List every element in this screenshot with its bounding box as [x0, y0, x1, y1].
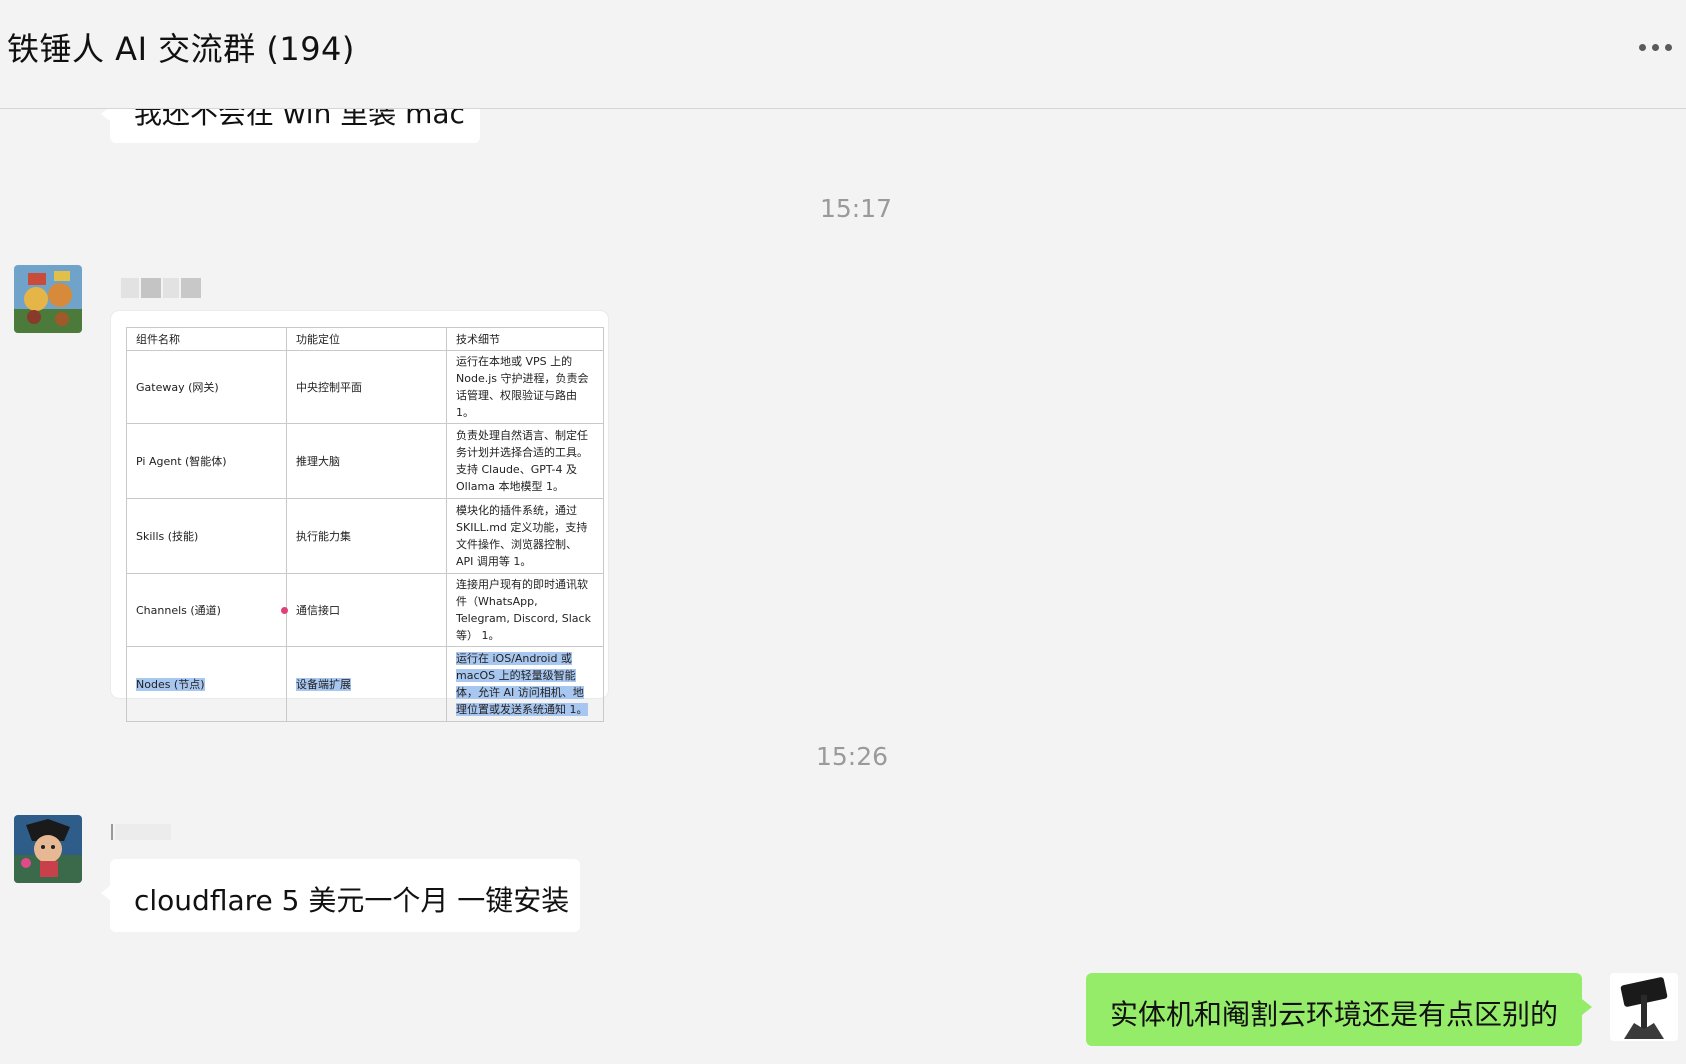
message-text: cloudflare 5 美元一个月 一键安装 [134, 884, 570, 917]
table-cell: 连接用户现有的即时通讯软件（WhatsApp, Telegram, Discor… [446, 573, 604, 647]
table-cell: 推理大脑 [286, 423, 447, 499]
table-cell: 运行在本地或 VPS 上的 Node.js 守护进程，负责会话管理、权限验证与路… [446, 350, 604, 424]
more-dots-icon[interactable] [1639, 44, 1672, 51]
outgoing-message-bubble[interactable]: 实体机和阉割云环境还是有点区别的 [1086, 973, 1592, 1046]
table-row-highlighted: Nodes (节点) 设备端扩展 运行在 iOS/Android 或 macOS… [126, 646, 604, 722]
chat-title: 铁锤人 AI 交流群 (194) [7, 30, 355, 68]
table-cell: Channels (通道) [126, 573, 287, 647]
message-text: 实体机和阉割云环境还是有点区别的 [1110, 998, 1559, 1031]
chat-header: 铁锤人 AI 交流群 (194) [0, 0, 1686, 109]
timestamp: 15:17 [820, 194, 893, 223]
table-row: Channels (通道) 通信接口 连接用户现有的即时通讯软件（WhatsAp… [126, 573, 604, 647]
table-row: Pi Agent (智能体) 推理大脑 负责处理自然语言、制定任务计划并选择合适… [126, 423, 604, 499]
table-cell: 运行在 iOS/Android 或 macOS 上的轻量级智能体，允许 AI 访… [456, 652, 588, 716]
table-row: Gateway (网关) 中央控制平面 运行在本地或 VPS 上的 Node.j… [126, 350, 604, 424]
table-cell: 执行能力集 [286, 498, 447, 574]
table-header: 组件名称 [126, 327, 287, 351]
message-bubble[interactable]: cloudflare 5 美元一个月 一键安装 [101, 859, 580, 932]
table-cell: 设备端扩展 [296, 677, 351, 691]
table-header: 功能定位 [286, 327, 447, 351]
table-cell: 中央控制平面 [286, 350, 447, 424]
table-cell: 模块化的插件系统，通过 SKILL.md 定义功能，支持文件操作、浏览器控制、A… [446, 498, 604, 574]
table-header: 技术细节 [446, 327, 604, 351]
image-message[interactable]: 组件名称 功能定位 技术细节 Gateway (网关) 中央控制平面 运行在本地… [111, 311, 608, 722]
spec-table: 组件名称 功能定位 技术细节 Gateway (网关) 中央控制平面 运行在本地… [126, 327, 604, 722]
table-cell: Nodes (节点) [136, 677, 205, 691]
table-cell: 通信接口 [286, 573, 447, 647]
table-cell: Skills (技能) [126, 498, 287, 574]
table-cell: 负责处理自然语言、制定任务计划并选择合适的工具。支持 Claude、GPT-4 … [446, 423, 604, 499]
table-header-row: 组件名称 功能定位 技术细节 [126, 327, 604, 351]
timestamp: 15:26 [816, 742, 889, 771]
my-avatar[interactable] [1610, 973, 1678, 1041]
cursor-dot [281, 607, 288, 614]
table-row: Skills (技能) 执行能力集 模块化的插件系统，通过 SKILL.md 定… [126, 498, 604, 574]
table-cell: Gateway (网关) [126, 350, 287, 424]
avatar[interactable] [14, 815, 82, 883]
avatar[interactable] [14, 265, 82, 333]
table-cell: Pi Agent (智能体) [126, 423, 287, 499]
